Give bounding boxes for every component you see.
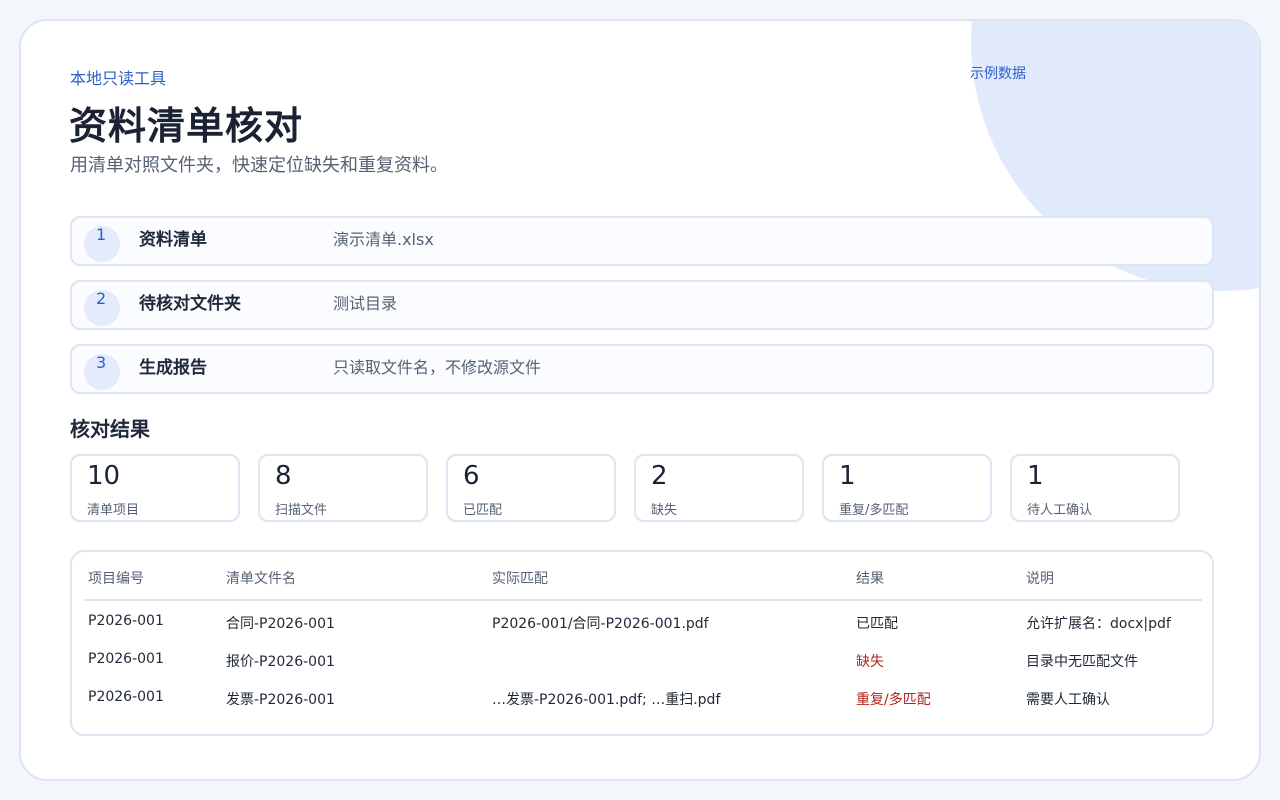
step-number-badge: 2 — [84, 289, 120, 326]
cell-list-name: 报价-P2026-001 — [226, 654, 335, 670]
column-header-list-name: 清单文件名 — [226, 571, 296, 587]
stat-card-checklist-items: 10 清单项目 — [70, 454, 240, 522]
cell-note: 允许扩展名：docx|pdf — [1026, 616, 1171, 632]
step-label: 待核对文件夹 — [139, 294, 241, 314]
stat-card-missing: 2 缺失 — [634, 454, 804, 522]
stat-label: 重复/多匹配 — [839, 503, 909, 518]
stat-value: 10 — [87, 461, 121, 491]
step-report[interactable]: 3 生成报告 只读取文件名，不修改源文件 — [70, 344, 1214, 394]
column-header-actual-match: 实际匹配 — [492, 571, 548, 587]
cell-list-name: 发票-P2026-001 — [226, 692, 335, 708]
step-value: 测试目录 — [333, 294, 398, 313]
stat-label: 待人工确认 — [1027, 503, 1093, 518]
cell-actual-match: …发票-P2026-001.pdf; …重扫.pdf — [492, 692, 721, 708]
header-divider — [84, 599, 1202, 601]
cell-list-name: 合同-P2026-001 — [226, 616, 335, 632]
step-number-badge: 1 — [84, 225, 120, 262]
cell-id: P2026-001 — [88, 613, 164, 629]
cell-result: 重复/多匹配 — [856, 692, 931, 708]
step-folder[interactable]: 2 待核对文件夹 测试目录 — [70, 280, 1214, 330]
cell-note: 需要人工确认 — [1026, 692, 1110, 708]
eyebrow-label: 本地只读工具 — [70, 69, 167, 88]
stat-label: 缺失 — [651, 503, 678, 518]
stat-card-duplicate: 1 重复/多匹配 — [822, 454, 992, 522]
page-title: 资料清单核对 — [69, 104, 304, 148]
step-value: 演示清单.xlsx — [333, 230, 434, 249]
cell-result: 缺失 — [856, 654, 884, 670]
stat-label: 清单项目 — [87, 503, 140, 518]
cell-id: P2026-001 — [88, 689, 164, 705]
stat-value: 1 — [839, 461, 856, 491]
cell-result: 已匹配 — [856, 616, 898, 632]
step-checklist[interactable]: 1 资料清单 演示清单.xlsx — [70, 216, 1214, 266]
cell-id: P2026-001 — [88, 651, 164, 667]
sample-data-link[interactable]: 示例数据 — [970, 63, 1026, 83]
stat-card-manual-review: 1 待人工确认 — [1010, 454, 1180, 522]
stat-label: 扫描文件 — [275, 503, 328, 518]
column-header-note: 说明 — [1026, 571, 1054, 587]
stat-label: 已匹配 — [463, 503, 503, 518]
cell-note: 目录中无匹配文件 — [1026, 654, 1138, 670]
step-label: 资料清单 — [139, 230, 207, 250]
page-subtitle: 用清单对照文件夹，快速定位缺失和重复资料。 — [70, 155, 448, 176]
stat-value: 2 — [651, 461, 668, 491]
step-number-badge: 3 — [84, 353, 120, 390]
cell-actual-match: P2026-001/合同-P2026-001.pdf — [492, 616, 709, 632]
results-title: 核对结果 — [70, 417, 150, 441]
stat-card-matched: 6 已匹配 — [446, 454, 616, 522]
stat-value: 1 — [1027, 461, 1044, 491]
step-label: 生成报告 — [139, 358, 207, 378]
column-header-result: 结果 — [856, 571, 884, 587]
step-value: 只读取文件名，不修改源文件 — [333, 358, 542, 377]
main-card: 示例数据 本地只读工具 资料清单核对 用清单对照文件夹，快速定位缺失和重复资料。… — [19, 19, 1261, 781]
stat-card-scanned-files: 8 扫描文件 — [258, 454, 428, 522]
column-header-id: 项目编号 — [88, 571, 144, 587]
stat-value: 8 — [275, 461, 292, 491]
results-table: 项目编号 清单文件名 实际匹配 结果 说明 P2026-001 合同-P2026… — [70, 550, 1214, 736]
stat-value: 6 — [463, 461, 480, 491]
